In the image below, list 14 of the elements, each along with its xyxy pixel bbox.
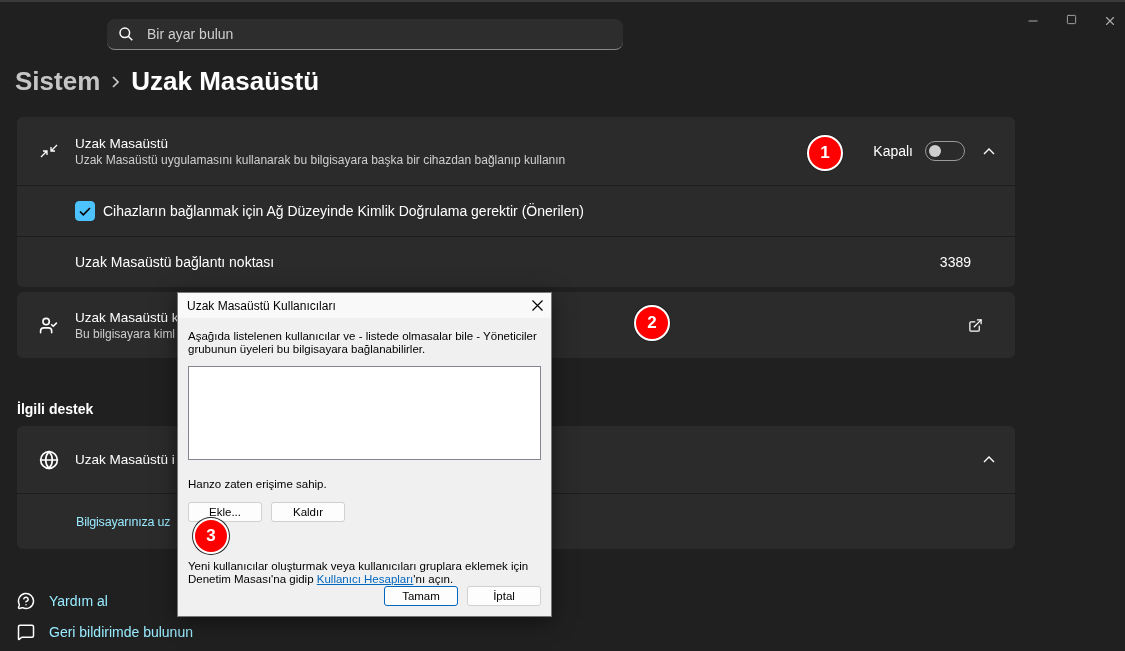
dialog-text: Yeni kullanıcılar oluşturmak veya kullanıcıları gruplara eklemek için Denetim Masası'na gidip Kullanıcı Hesapları'nı açın. <box>188 560 530 586</box>
page-title: Uzak Masaüstü <box>131 66 320 97</box>
port-label: Uzak Masaüstü bağlantı noktası <box>75 254 276 270</box>
section-heading: İlgili destek <box>17 401 95 417</box>
setting-title: Uzak Masaüstü <box>75 135 169 151</box>
dialog-title: Uzak Masaüstü Kullanıcıları <box>187 298 336 313</box>
toggle-status: Kapalı <box>873 143 913 159</box>
setting-description: Uzak Masaüstü uygulamasını kullanarak bu bilgisayara başka bir cihazdan bağlanıp kullanın <box>75 152 566 167</box>
dialog-text: Aşağıda listelenen kullanıcılar ve - listede olmasalar bile - Yöneticiler grubunun üyeleri bu bilgisayara bağlanabilirler. <box>188 330 538 356</box>
checkbox-label: Cihazların bağlanmak için Ağ Düzeyinde Kimlik Doğrulama gerektir (Önerilen) <box>103 203 584 219</box>
setting-description: Bu bilgisayara kiml <box>75 326 176 341</box>
port-value: 3389 <box>939 254 971 270</box>
setting-title: Uzak Masaüstü i <box>75 452 175 467</box>
dialog-text: Hanzo zaten erişime sahip. <box>188 478 328 491</box>
